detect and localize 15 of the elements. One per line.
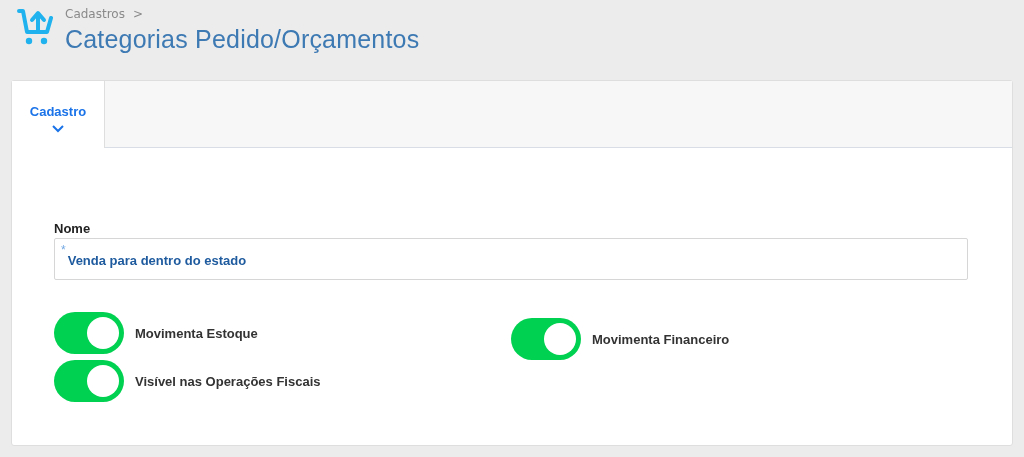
toggle-label: Visível nas Operações Fiscais [135,373,321,389]
toggle-switch[interactable] [54,360,124,402]
required-mark: * [61,243,66,257]
chevron-down-icon [52,125,64,133]
toggle-switch[interactable] [54,312,124,354]
toggle-label: Movimenta Estoque [135,325,258,341]
page-title: Categorias Pedido/Orçamentos [65,25,420,54]
cart-upload-icon [17,8,53,46]
toggle-switch[interactable] [511,318,581,360]
field-label: Nome [54,221,92,236]
name-input-field[interactable]: * Venda para dentro do estado [54,238,968,280]
breadcrumb-separator: > [132,7,143,23]
toggle-label: Movimenta Financeiro [592,331,730,347]
tab[interactable]: Cadastro [12,81,105,148]
breadcrumb-link[interactable]: Cadastros [65,7,125,23]
